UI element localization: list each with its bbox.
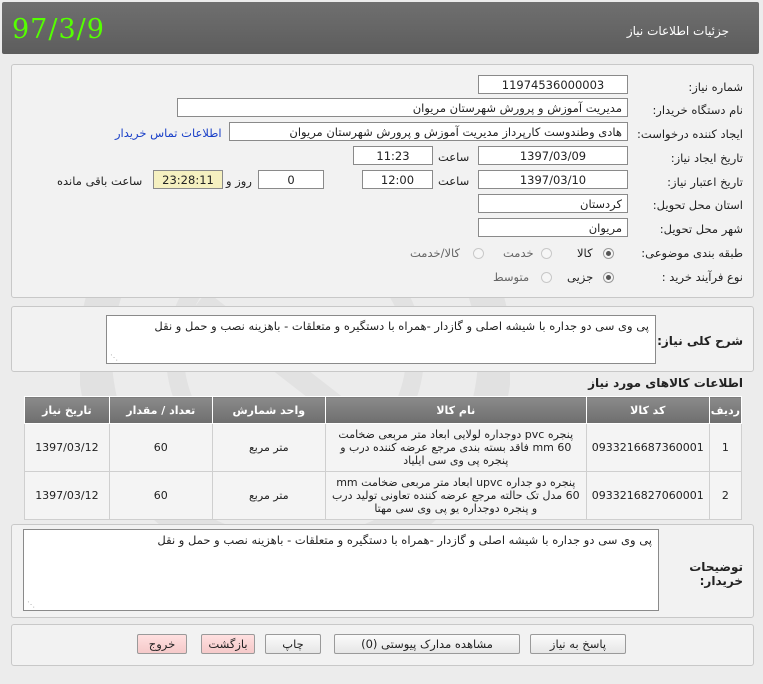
- table-header-row: ردیف کد کالا نام کالا واحد شمارش تعداد /…: [24, 396, 743, 424]
- created-time-label: ساعت: [438, 150, 470, 164]
- page-title: جزئیات اطلاعات نیاز: [626, 24, 729, 38]
- validity-date-label: تاریخ اعتبار نیاز:: [667, 175, 743, 189]
- buyer-notes-label-2: خریدار:: [699, 574, 743, 588]
- resize-grip-icon: ⋰: [110, 353, 118, 362]
- cell-qty: 60: [108, 471, 213, 520]
- cell-unit: متر مربع: [211, 471, 326, 520]
- attachments-button[interactable]: مشاهده مدارک پیوستی (0): [334, 634, 520, 654]
- cell-row: 1: [708, 423, 743, 472]
- validity-date-field: 1397/03/10: [478, 170, 628, 189]
- resize-grip-icon: ⋰: [27, 600, 35, 609]
- col-unit: واحد شمارش: [211, 396, 326, 424]
- cell-name: پنجره دو جداره upvc ابعاد متر مربعی ضخام…: [324, 471, 587, 520]
- category-goods-service-radio[interactable]: [473, 248, 484, 259]
- page-header: جزئیات اطلاعات نیاز 97/3/9: [2, 2, 759, 54]
- cell-row: 2: [708, 471, 743, 520]
- cell-qty: 60: [108, 423, 213, 472]
- table-row: 2 0933216827060001 پنجره دو جداره upvc ا…: [24, 471, 743, 520]
- remaining-time-field: 23:28:11: [153, 170, 223, 189]
- category-goods-label: کالا: [577, 246, 593, 260]
- need-number-label: شماره نیاز:: [688, 80, 743, 94]
- summary-textarea: پی وی سی دو جداره با شیشه اصلی و گازدار …: [106, 315, 656, 364]
- cell-date: 1397/03/12: [24, 423, 110, 472]
- category-goods-service-label: کالا/خدمت: [410, 246, 461, 260]
- process-label: نوع فرآیند خرید :: [661, 270, 743, 284]
- province-label: استان محل تحویل:: [652, 198, 743, 212]
- buyer-org-field: مدیریت آموزش و پرورش شهرستان مریوان: [177, 98, 628, 117]
- process-medium-radio[interactable]: [541, 272, 552, 283]
- buyer-notes-textarea: پی وی سی دو جداره با شیشه اصلی و گازدار …: [23, 529, 659, 611]
- col-date: تاریخ نیاز: [24, 396, 110, 424]
- print-button[interactable]: چاپ: [265, 634, 321, 654]
- goods-table: ردیف کد کالا نام کالا واحد شمارش تعداد /…: [24, 396, 743, 520]
- category-service-label: خدمت: [503, 246, 534, 260]
- process-minor-label: جزیی: [567, 270, 594, 284]
- buyer-org-label: نام دستگاه خریدار:: [652, 103, 743, 117]
- requester-label: ایجاد کننده درخواست:: [637, 127, 743, 141]
- buyer-notes-text: پی وی سی دو جداره با شیشه اصلی و گازدار …: [157, 533, 652, 547]
- col-code: کد کالا: [585, 396, 710, 424]
- cell-code: 0933216687360001: [585, 423, 710, 472]
- cell-unit: متر مربع: [211, 423, 326, 472]
- exit-button[interactable]: خروج: [137, 634, 187, 654]
- col-qty: تعداد / مقدار: [108, 396, 213, 424]
- summary-text: پی وی سی دو جداره با شیشه اصلی و گازدار …: [154, 319, 649, 333]
- category-service-radio[interactable]: [541, 248, 552, 259]
- remaining-label: ساعت باقی مانده: [57, 174, 143, 188]
- cell-name: پنجره pvc دوجداره لولایی ابعاد متر مربعی…: [324, 423, 587, 472]
- need-number-field: 11974536000003: [478, 75, 628, 94]
- created-date-label: تاریخ ایجاد نیاز:: [670, 151, 743, 165]
- back-button[interactable]: بازگشت: [201, 634, 255, 654]
- col-name: نام کالا: [324, 396, 587, 424]
- table-row: 1 0933216687360001 پنجره pvc دوجداره لول…: [24, 423, 743, 472]
- days-label: روز و: [226, 174, 252, 188]
- city-field: مریوان: [478, 218, 628, 237]
- created-date-field: 1397/03/09: [478, 146, 628, 165]
- cell-code: 0933216827060001: [585, 471, 710, 520]
- validity-time-field: 12:00: [362, 170, 433, 189]
- days-field: 0: [258, 170, 324, 189]
- summary-label: شرح کلی نیاز:: [657, 334, 743, 348]
- buyer-notes-label-1: توضیحات: [689, 560, 743, 574]
- requester-field: هادی وطندوست کارپرداز مدیریت آموزش و پرو…: [229, 122, 628, 141]
- category-label: طبقه بندی موضوعی:: [641, 246, 743, 260]
- col-row: ردیف: [708, 396, 743, 424]
- province-field: کردستان: [478, 194, 628, 213]
- process-medium-label: متوسط: [493, 270, 530, 284]
- process-minor-radio[interactable]: [603, 272, 614, 283]
- header-date: 97/3/9: [12, 14, 105, 45]
- reply-button[interactable]: پاسخ به نیاز: [530, 634, 626, 654]
- created-time-field: 11:23: [353, 146, 433, 165]
- city-label: شهر محل تحویل:: [659, 222, 743, 236]
- category-goods-radio[interactable]: [603, 248, 614, 259]
- buyer-contact-link[interactable]: اطلاعات تماس خریدار: [115, 126, 222, 140]
- goods-section-title: اطلاعات کالاهای مورد نیاز: [588, 376, 743, 390]
- validity-time-label: ساعت: [438, 174, 470, 188]
- cell-date: 1397/03/12: [24, 471, 110, 520]
